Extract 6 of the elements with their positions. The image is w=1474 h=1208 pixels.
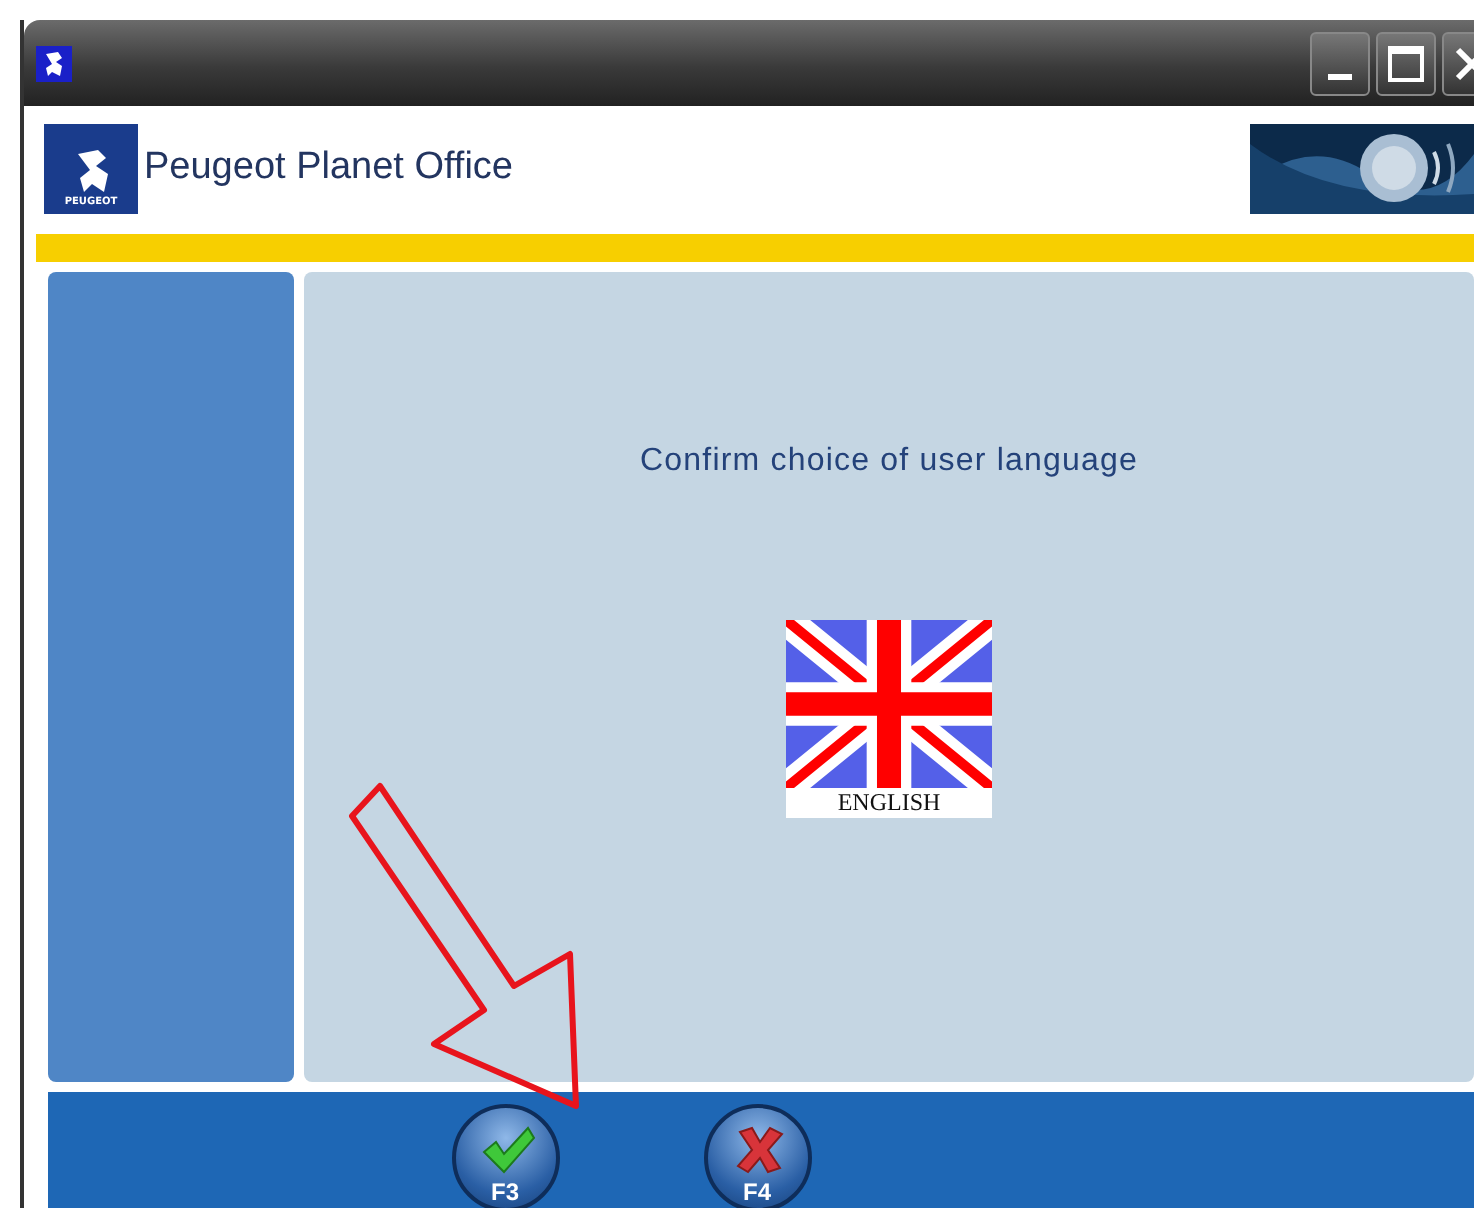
confirm-button[interactable]: F3 xyxy=(451,1104,559,1208)
language-option[interactable]: ENGLISH xyxy=(786,620,992,818)
cancel-button[interactable]: F4 xyxy=(703,1104,811,1208)
app-title: Peugeot Planet Office xyxy=(144,146,515,190)
prompt-text: Confirm choice of user language xyxy=(640,444,1138,480)
language-label: ENGLISH xyxy=(835,788,943,818)
